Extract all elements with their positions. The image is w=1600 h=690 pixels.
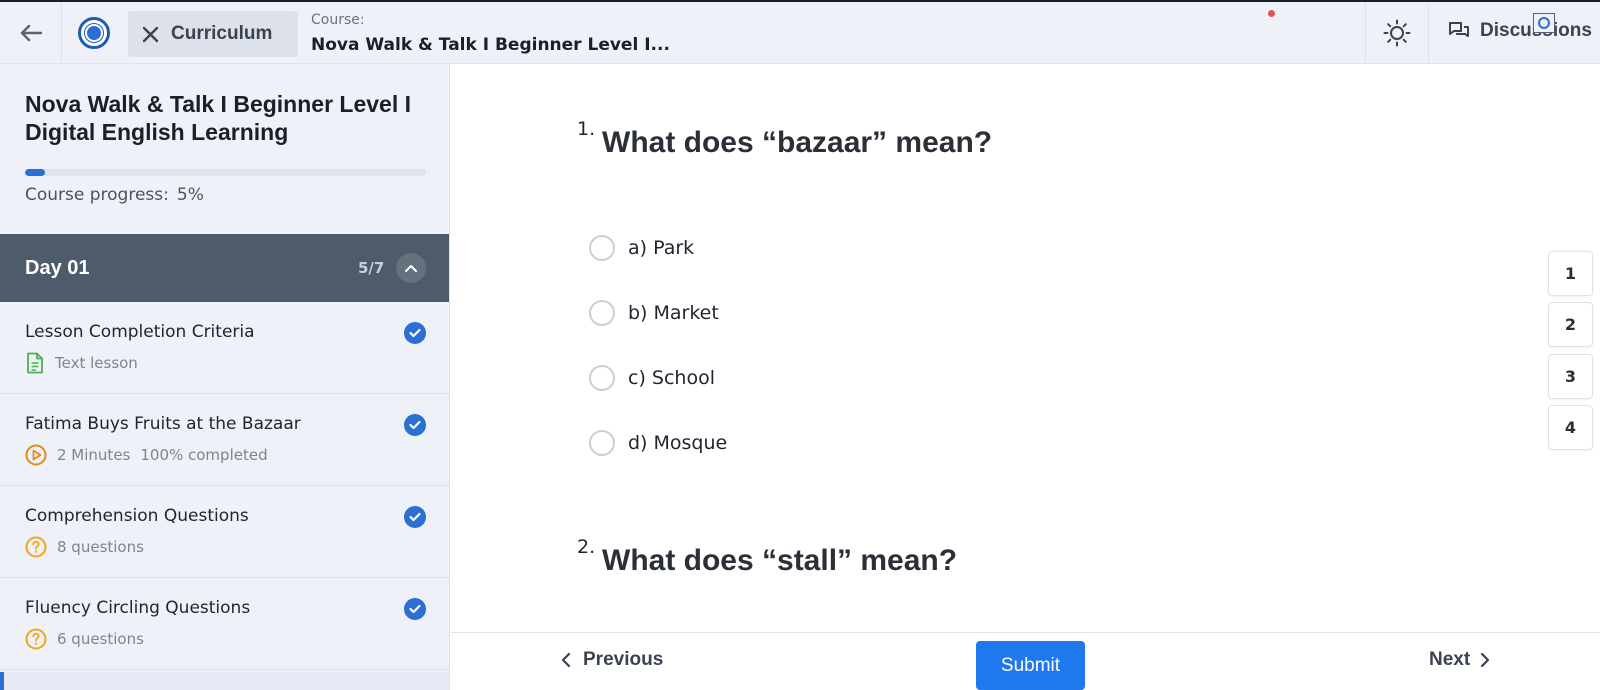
section-title: Day 01 (25, 256, 90, 279)
overlay-badge-icon (1533, 13, 1555, 33)
course-title: Nova Walk & Talk I Beginner Level I Digi… (25, 91, 412, 145)
question-circle-icon (25, 536, 47, 558)
radio-button[interactable] (589, 300, 615, 326)
course-progress-bar (25, 169, 426, 176)
completed-check-icon (404, 322, 426, 344)
theme-toggle-button[interactable] (1365, 2, 1429, 64)
discussions-button[interactable]: Discussions (1448, 20, 1592, 42)
answer-label: c) School (628, 367, 715, 389)
lesson-item-lesson-completion-criteria[interactable]: Lesson Completion Criteria Text lesson (0, 302, 449, 394)
chevron-left-icon (561, 652, 571, 668)
question-nav-3[interactable]: 3 (1548, 354, 1593, 399)
question-nav-4[interactable]: 4 (1548, 405, 1593, 450)
question-title: What does “bazaar” mean? (602, 126, 993, 159)
lesson-item-fluency-circling-questions[interactable]: Fluency Circling Questions 6 questions (0, 578, 449, 670)
answer-option[interactable]: c) School (589, 365, 715, 391)
lesson-completion: 100% completed (140, 446, 268, 464)
back-button[interactable] (0, 2, 62, 64)
radio-button[interactable] (589, 235, 615, 261)
curriculum-label: Curriculum (171, 23, 273, 44)
lesson-meta: 8 questions (25, 536, 144, 558)
bottom-navigation: Previous Submit Next (451, 632, 1600, 690)
submit-button[interactable]: Submit (976, 641, 1085, 690)
next-button[interactable]: Next (1429, 649, 1490, 671)
chat-bubbles-icon (1449, 22, 1469, 37)
chevron-right-icon (1481, 652, 1490, 668)
question-nav-2[interactable]: 2 (1548, 302, 1593, 347)
quiz-content: 1. What does “bazaar” mean? a) Park b) M… (451, 64, 1600, 632)
radio-button[interactable] (589, 430, 615, 456)
lesson-meta: Text lesson (25, 352, 138, 374)
answer-option[interactable]: a) Park (589, 235, 694, 261)
lesson-meta: 6 questions (25, 628, 144, 650)
lesson-meta: 2 Minutes 100% completed (25, 444, 268, 466)
course-progress-label: Course progress: (25, 185, 169, 205)
lesson-duration: 2 Minutes (57, 446, 131, 464)
lesson-title: Fluency Circling Questions (25, 598, 251, 618)
answer-option[interactable]: d) Mosque (589, 430, 727, 456)
collapse-section-button[interactable] (396, 253, 426, 283)
question-count: 8 questions (57, 538, 144, 556)
active-lesson-indicator (0, 672, 4, 690)
school-logo-icon[interactable] (78, 17, 110, 49)
lesson-item-fatima-buys-fruits[interactable]: Fatima Buys Fruits at the Bazaar 2 Minut… (0, 394, 449, 486)
completed-check-icon (404, 598, 426, 620)
close-icon (142, 26, 159, 43)
question-circle-icon (25, 628, 47, 650)
question-count: 6 questions (57, 630, 144, 648)
question-nav-1[interactable]: 1 (1548, 251, 1593, 296)
lesson-title: Lesson Completion Criteria (25, 322, 255, 342)
lesson-title: Comprehension Questions (25, 506, 249, 526)
answer-label: a) Park (628, 237, 695, 259)
answer-label: d) Mosque (628, 432, 728, 454)
question-number: 2. (577, 536, 596, 558)
lesson-item-current[interactable] (0, 672, 449, 690)
question-number: 1. (577, 118, 596, 140)
previous-label: Previous (583, 649, 664, 670)
curriculum-sidebar: Nova Walk & Talk I Beginner Level I Digi… (0, 64, 450, 690)
section-count: 5/7 (358, 259, 385, 277)
radio-button[interactable] (589, 365, 615, 391)
curriculum-button[interactable]: Curriculum (128, 11, 298, 57)
arrow-left-icon (20, 24, 42, 42)
lesson-title: Fatima Buys Fruits at the Bazaar (25, 414, 301, 434)
course-progress-value: 5% (176, 185, 204, 205)
lesson-item-comprehension-questions[interactable]: Comprehension Questions 8 questions (0, 486, 449, 578)
previous-button[interactable]: Previous (561, 649, 663, 671)
course-progress-fill (25, 169, 46, 176)
completed-check-icon (404, 506, 426, 528)
chevron-up-icon (405, 265, 417, 272)
question-title: What does “stall” mean? (602, 544, 958, 577)
notification-dot (1268, 10, 1275, 17)
answer-option[interactable]: b) Market (589, 300, 719, 326)
course-name: Nova Walk & Talk I Beginner Level I... (311, 35, 670, 55)
answer-label: b) Market (628, 302, 719, 324)
completed-check-icon (404, 414, 426, 436)
course-progress-text: Course progress: 5% (25, 185, 204, 205)
lesson-type: Text lesson (55, 354, 138, 372)
top-bar: Curriculum Course: Nova Walk & Talk I Be… (0, 0, 1600, 64)
section-header-day-01[interactable]: Day 01 5/7 (0, 234, 449, 302)
document-icon (25, 352, 45, 374)
sun-icon (1383, 19, 1411, 47)
course-caption: Course: (311, 12, 365, 28)
next-label: Next (1429, 649, 1471, 670)
play-circle-icon (25, 444, 47, 466)
